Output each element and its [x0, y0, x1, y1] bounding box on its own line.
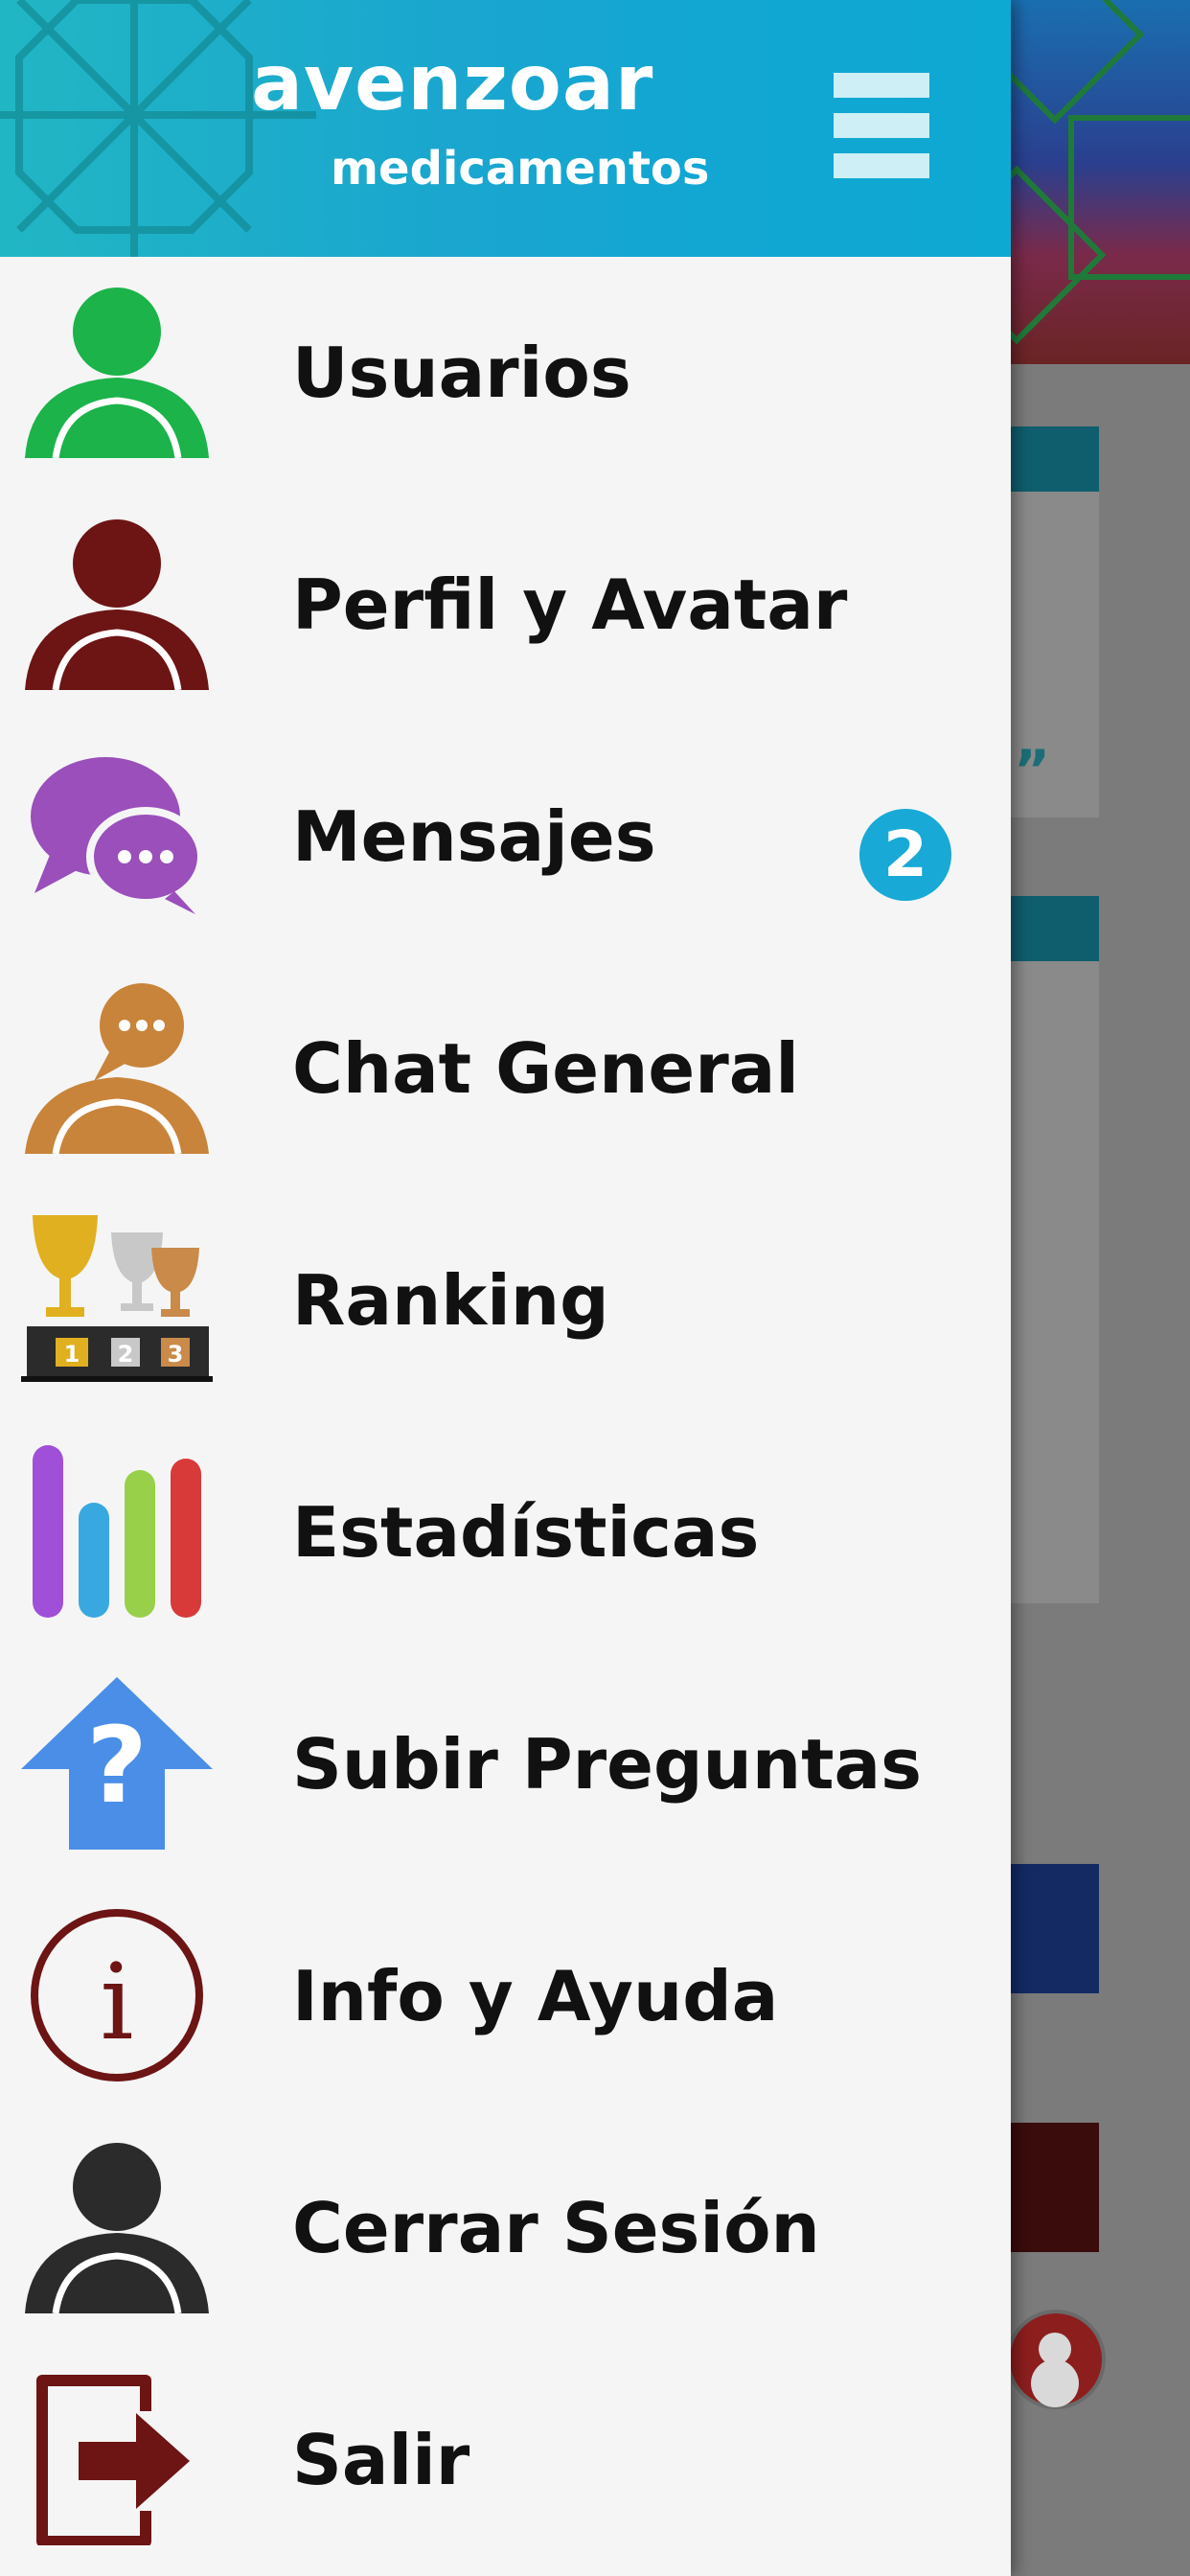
navigation-drawer: avenzoar medicamentos Usuarios Perfil y …	[0, 0, 1011, 2576]
app-logo: avenzoar	[251, 38, 654, 127]
svg-text:?: ?	[86, 1704, 148, 1827]
bar-stats-icon	[33, 1445, 201, 1618]
background-bar	[1011, 2123, 1099, 2252]
user-green-icon	[25, 288, 209, 458]
svg-text:1: 1	[64, 1341, 80, 1368]
trophies-podium-icon: 1 2 3	[21, 1215, 213, 1382]
user-dark-icon	[25, 2143, 209, 2313]
info-circle-icon: i	[31, 1909, 203, 2082]
exit-door-icon	[36, 2375, 190, 2545]
menu-item-label: Usuarios	[292, 333, 631, 413]
menu-item-chat-general[interactable]: Chat General	[0, 953, 1011, 1184]
menu-item-estadisticas[interactable]: Estadísticas	[0, 1416, 1011, 1648]
menu-item-label: Estadísticas	[292, 1492, 760, 1573]
svg-text:2: 2	[118, 1341, 134, 1368]
menu-item-label: Perfil y Avatar	[292, 564, 848, 645]
menu-item-label: Salir	[292, 2420, 470, 2500]
menu-item-mensajes[interactable]: Mensajes 2	[0, 721, 1011, 953]
background-avatar	[1006, 2310, 1106, 2409]
chat-bubbles-icon	[31, 757, 205, 914]
upload-question-icon: ?	[21, 1677, 213, 1850]
svg-text:i: i	[100, 1941, 133, 2063]
background-bar	[1011, 896, 1099, 961]
menu-item-label: Subir Preguntas	[292, 1724, 922, 1805]
background-card	[1011, 961, 1099, 1603]
svg-text:3: 3	[168, 1341, 184, 1368]
background-bar	[1011, 426, 1099, 492]
menu-item-label: Ranking	[292, 1260, 609, 1341]
background-quote-mark: ”	[1014, 738, 1051, 803]
user-chat-icon	[25, 983, 209, 1154]
background-header	[1011, 0, 1190, 364]
menu-item-label: Chat General	[292, 1028, 799, 1109]
menu-item-ranking[interactable]: 1 2 3 Ranking	[0, 1184, 1011, 1416]
menu-item-label: Cerrar Sesión	[292, 2188, 820, 2268]
menu-item-salir[interactable]: Salir	[0, 2344, 1011, 2576]
menu-item-label: Mensajes	[292, 796, 656, 877]
background-bar	[1011, 1864, 1099, 1993]
app-logo-subtitle: medicamentos	[331, 142, 710, 196]
menu-item-cerrar-sesion[interactable]: Cerrar Sesión	[0, 2112, 1011, 2344]
menu-item-usuarios[interactable]: Usuarios	[0, 257, 1011, 489]
unread-count-badge: 2	[859, 809, 951, 901]
menu-item-subir-preguntas[interactable]: ? Subir Preguntas	[0, 1648, 1011, 1880]
menu-item-label: Info y Ayuda	[292, 1956, 779, 2036]
drawer-header: avenzoar medicamentos	[0, 0, 1011, 257]
menu-item-info-ayuda[interactable]: i Info y Ayuda	[0, 1880, 1011, 2112]
user-maroon-icon	[25, 519, 209, 690]
menu-toggle-button[interactable]	[834, 69, 929, 184]
menu-item-perfil[interactable]: Perfil y Avatar	[0, 489, 1011, 721]
